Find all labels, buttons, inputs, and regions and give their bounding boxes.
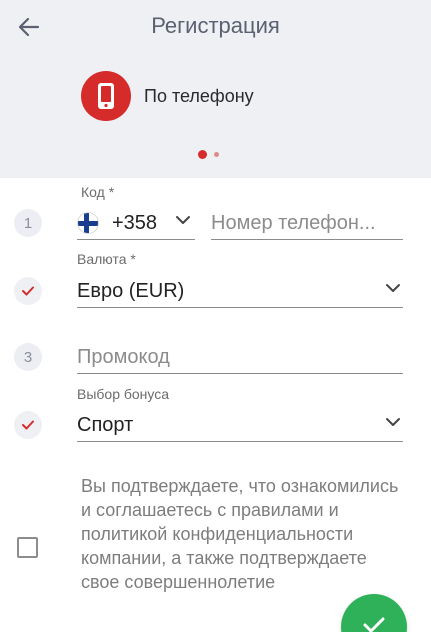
- step-badge-2-complete: [14, 277, 42, 305]
- phone-number-input[interactable]: [211, 207, 403, 239]
- header: Регистрация По телефону: [0, 0, 431, 178]
- pager-dot-active[interactable]: [198, 150, 207, 159]
- bonus-select[interactable]: Спорт: [77, 408, 403, 442]
- phone-icon: [81, 71, 131, 121]
- check-icon: [363, 617, 385, 632]
- bonus-label: Выбор бонуса: [77, 386, 170, 402]
- currency-value: Евро (EUR): [77, 279, 185, 302]
- finland-flag-icon: [77, 212, 99, 234]
- step-badge-3: 3: [14, 343, 42, 371]
- promo-code-input[interactable]: [77, 341, 403, 373]
- code-label: Код *: [81, 184, 115, 200]
- terms-text: Вы подтверждаете, что ознакомились и сог…: [81, 476, 399, 592]
- currency-label: Валюта *: [77, 251, 136, 267]
- terms-checkbox[interactable]: [17, 537, 38, 558]
- method-label: По телефону: [144, 85, 254, 106]
- currency-underline: [77, 307, 403, 308]
- chevron-down-icon: [386, 418, 400, 426]
- promo-underline: [77, 373, 403, 374]
- country-code-value: +358: [112, 211, 158, 234]
- bonus-value: Спорт: [77, 413, 134, 436]
- chevron-down-icon: [176, 216, 190, 224]
- pager-dots: [198, 150, 219, 159]
- country-code-select[interactable]: +358: [77, 205, 195, 241]
- step-badge-1: 1: [14, 209, 42, 237]
- submit-button[interactable]: [341, 594, 407, 632]
- check-icon: [22, 420, 34, 430]
- currency-select[interactable]: Евро (EUR): [77, 274, 403, 308]
- page-title: Регистрация: [151, 13, 280, 38]
- pager-dot[interactable]: [214, 152, 219, 157]
- step-badge-4-complete: [14, 411, 42, 439]
- bonus-underline: [77, 441, 403, 442]
- code-underline: [77, 239, 195, 240]
- chevron-down-icon: [386, 284, 400, 292]
- phone-underline: [211, 239, 403, 240]
- registration-method-phone[interactable]: По телефону: [81, 71, 254, 121]
- check-icon: [22, 286, 34, 296]
